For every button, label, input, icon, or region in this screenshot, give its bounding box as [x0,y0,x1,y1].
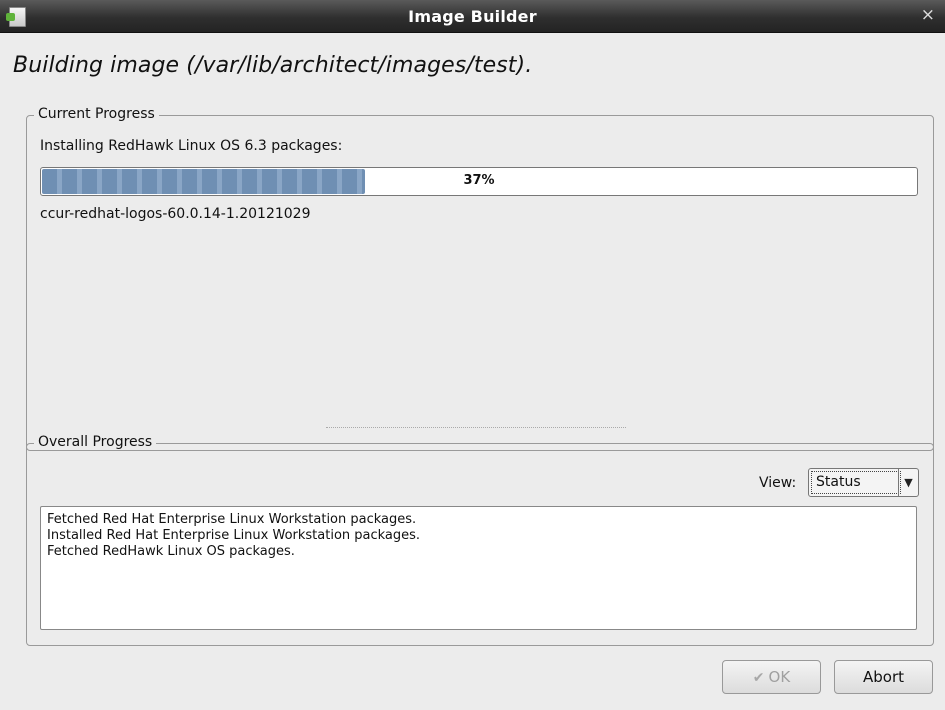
page-heading: Building image (/var/lib/architect/image… [13,53,533,78]
log-line: Fetched RedHawk Linux OS packages. [47,544,295,559]
overall-progress-legend: Overall Progress [34,434,157,450]
status-log[interactable]: Fetched Red Hat Enterprise Linux Worksta… [40,506,917,630]
progress-bar: 37% [40,167,918,196]
current-package: ccur-redhat-logos-60.0.14-1.20121029 [40,206,311,222]
abort-button[interactable]: Abort [834,660,933,694]
window-title: Image Builder [408,7,537,26]
chevron-down-icon[interactable]: ▼ [898,469,918,496]
pane-splitter[interactable] [326,427,626,428]
title-bar[interactable]: Image Builder × [0,0,945,33]
close-icon[interactable]: × [921,5,935,25]
thumbs-up-icon: ✔ [752,670,765,686]
view-select-value: Status [811,471,901,494]
ok-button-label: OK [768,668,791,686]
view-label: View: [759,475,797,491]
ok-button[interactable]: ✔ OK [722,660,821,694]
current-progress-legend: Current Progress [34,106,159,122]
log-line: Installed Red Hat Enterprise Linux Works… [47,528,421,543]
task-label: Installing RedHawk Linux OS 6.3 packages… [40,138,343,154]
log-line: Fetched Red Hat Enterprise Linux Worksta… [47,512,417,527]
overall-progress-group: Overall Progress View: Status ▼ Fetched … [26,434,934,646]
current-progress-group: Current Progress Installing RedHawk Linu… [26,106,934,451]
progress-percent-label: 37% [463,173,495,188]
view-select[interactable]: Status ▼ [808,468,919,497]
